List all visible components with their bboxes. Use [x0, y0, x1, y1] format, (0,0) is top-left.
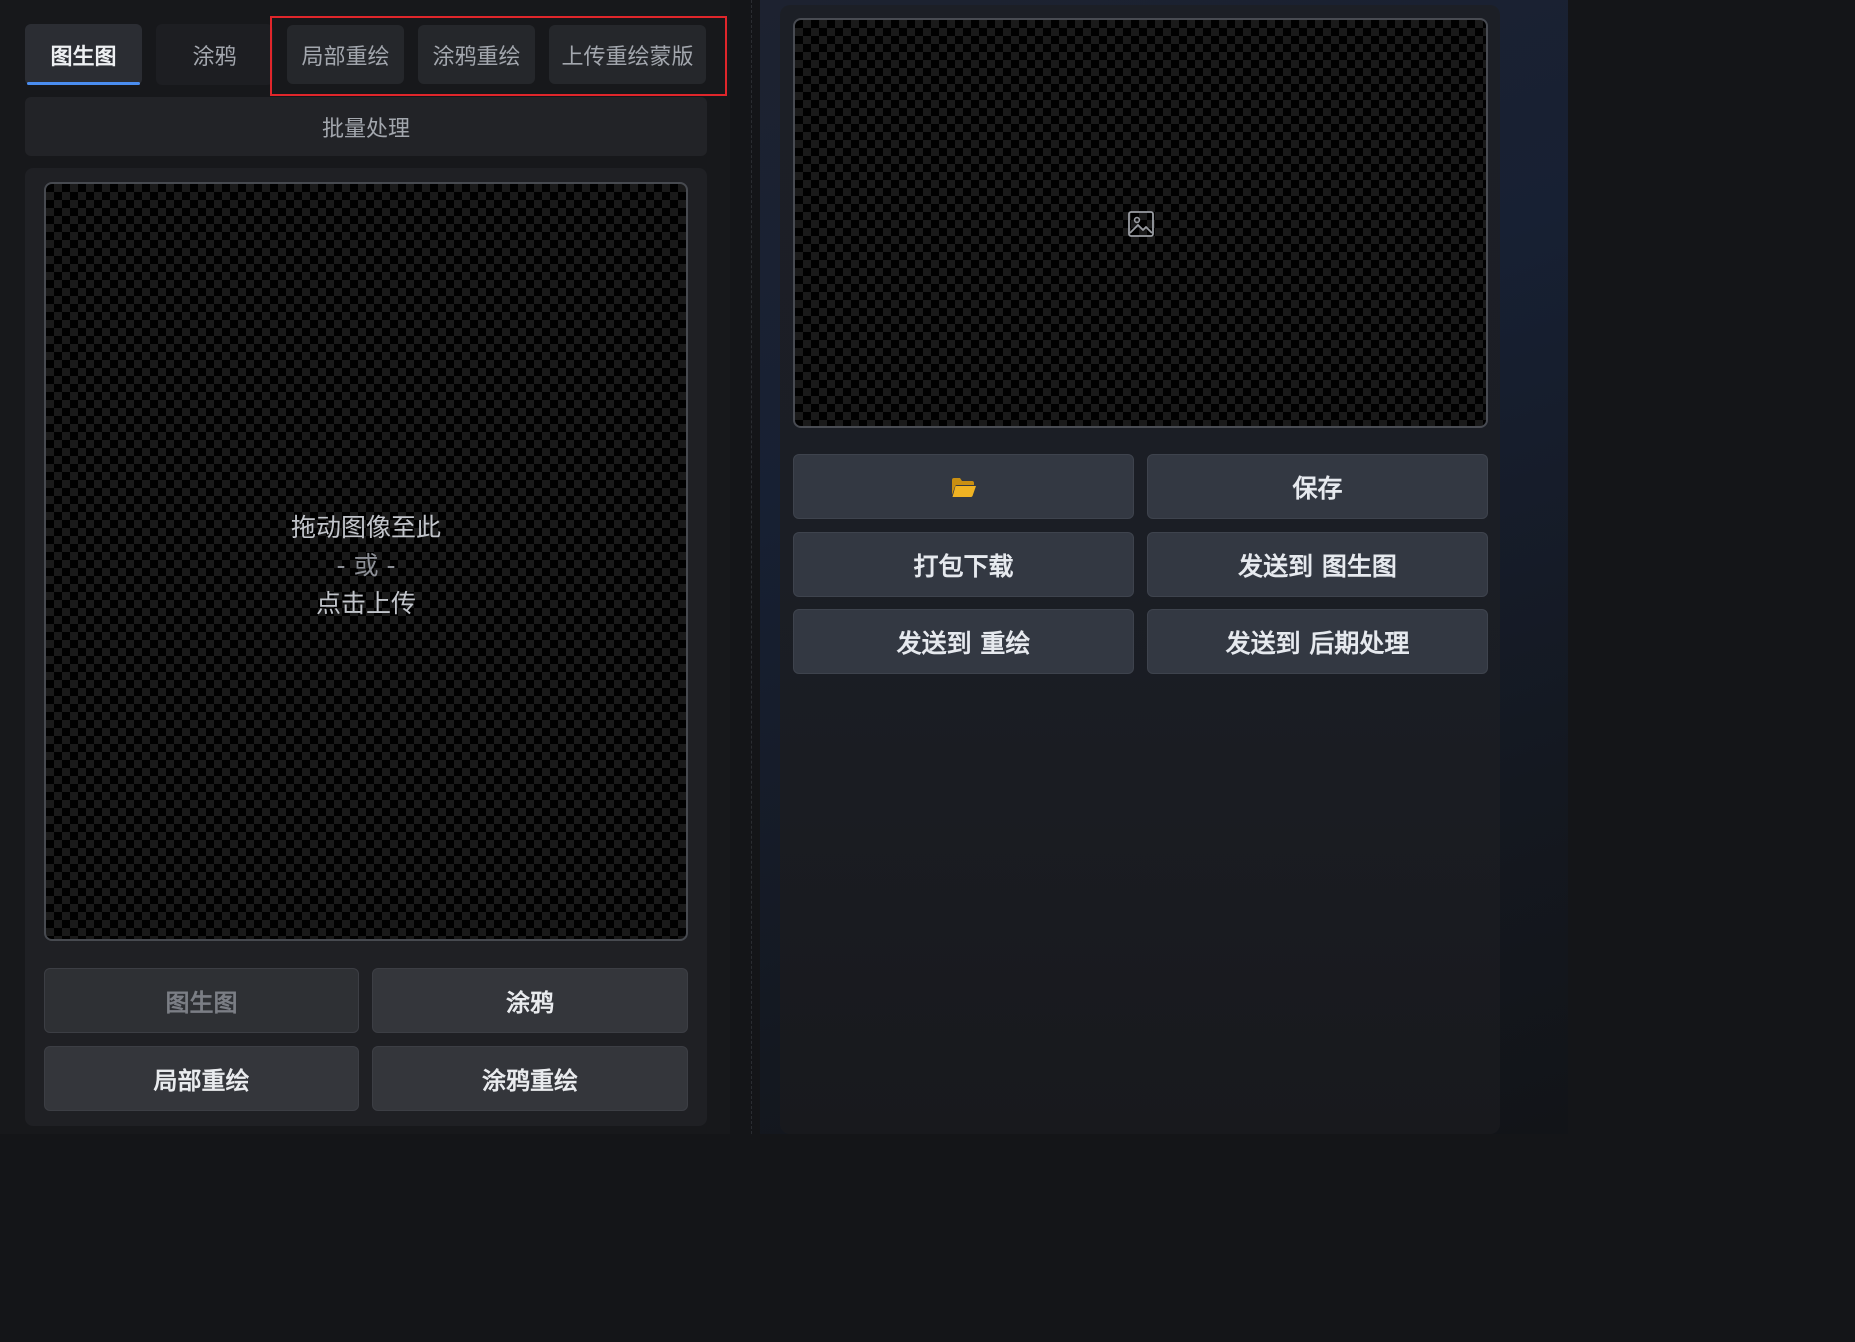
tab-sketch[interactable]: 涂鸦 [156, 24, 273, 85]
image-placeholder-icon [1128, 211, 1154, 237]
drop-text-drag: 拖动图像至此 [290, 513, 441, 542]
send-to-inpaint-button[interactable]: 局部重绘 [44, 1046, 359, 1111]
app-root: 图生图 涂鸦 局部重绘 涂鸦重绘 上传重绘蒙版 批量处理 拖动图像至此 - 或 … [0, 0, 1568, 1134]
send-to-extras-button[interactable]: 发送到 后期处理 [1147, 609, 1488, 674]
tab-inpaint-upload[interactable]: 上传重绘蒙版 [549, 25, 706, 84]
tab-inpaint[interactable]: 局部重绘 [287, 25, 404, 84]
open-folder-button[interactable] [793, 454, 1134, 519]
zip-download-button[interactable]: 打包下载 [793, 532, 1134, 597]
folder-icon [951, 477, 976, 497]
send-to-inpaint-output-button[interactable]: 发送到 重绘 [793, 609, 1134, 674]
column-divider [751, 0, 752, 1134]
drop-instructions: 拖动图像至此 - 或 - 点击上传 [46, 509, 686, 623]
drop-text-click: 点击上传 [315, 589, 416, 618]
send-to-img2img-button[interactable]: 图生图 [44, 968, 359, 1033]
tab-batch[interactable]: 批量处理 [25, 97, 707, 156]
drop-text-or: - 或 - [336, 551, 396, 580]
image-drop-zone[interactable]: 拖动图像至此 - 或 - 点击上传 [44, 182, 688, 941]
send-to-inpaint-sketch-button[interactable]: 涂鸦重绘 [372, 1046, 688, 1111]
tab-img2img[interactable]: 图生图 [25, 24, 142, 85]
save-button[interactable]: 保存 [1147, 454, 1488, 519]
output-gallery[interactable] [793, 18, 1488, 428]
send-to-img2img-output-button[interactable]: 发送到 图生图 [1147, 532, 1488, 597]
input-column: 图生图 涂鸦 局部重绘 涂鸦重绘 上传重绘蒙版 批量处理 拖动图像至此 - 或 … [0, 0, 730, 1134]
send-to-sketch-button[interactable]: 涂鸦 [372, 968, 688, 1033]
tab-inpaint-sketch[interactable]: 涂鸦重绘 [418, 25, 535, 84]
